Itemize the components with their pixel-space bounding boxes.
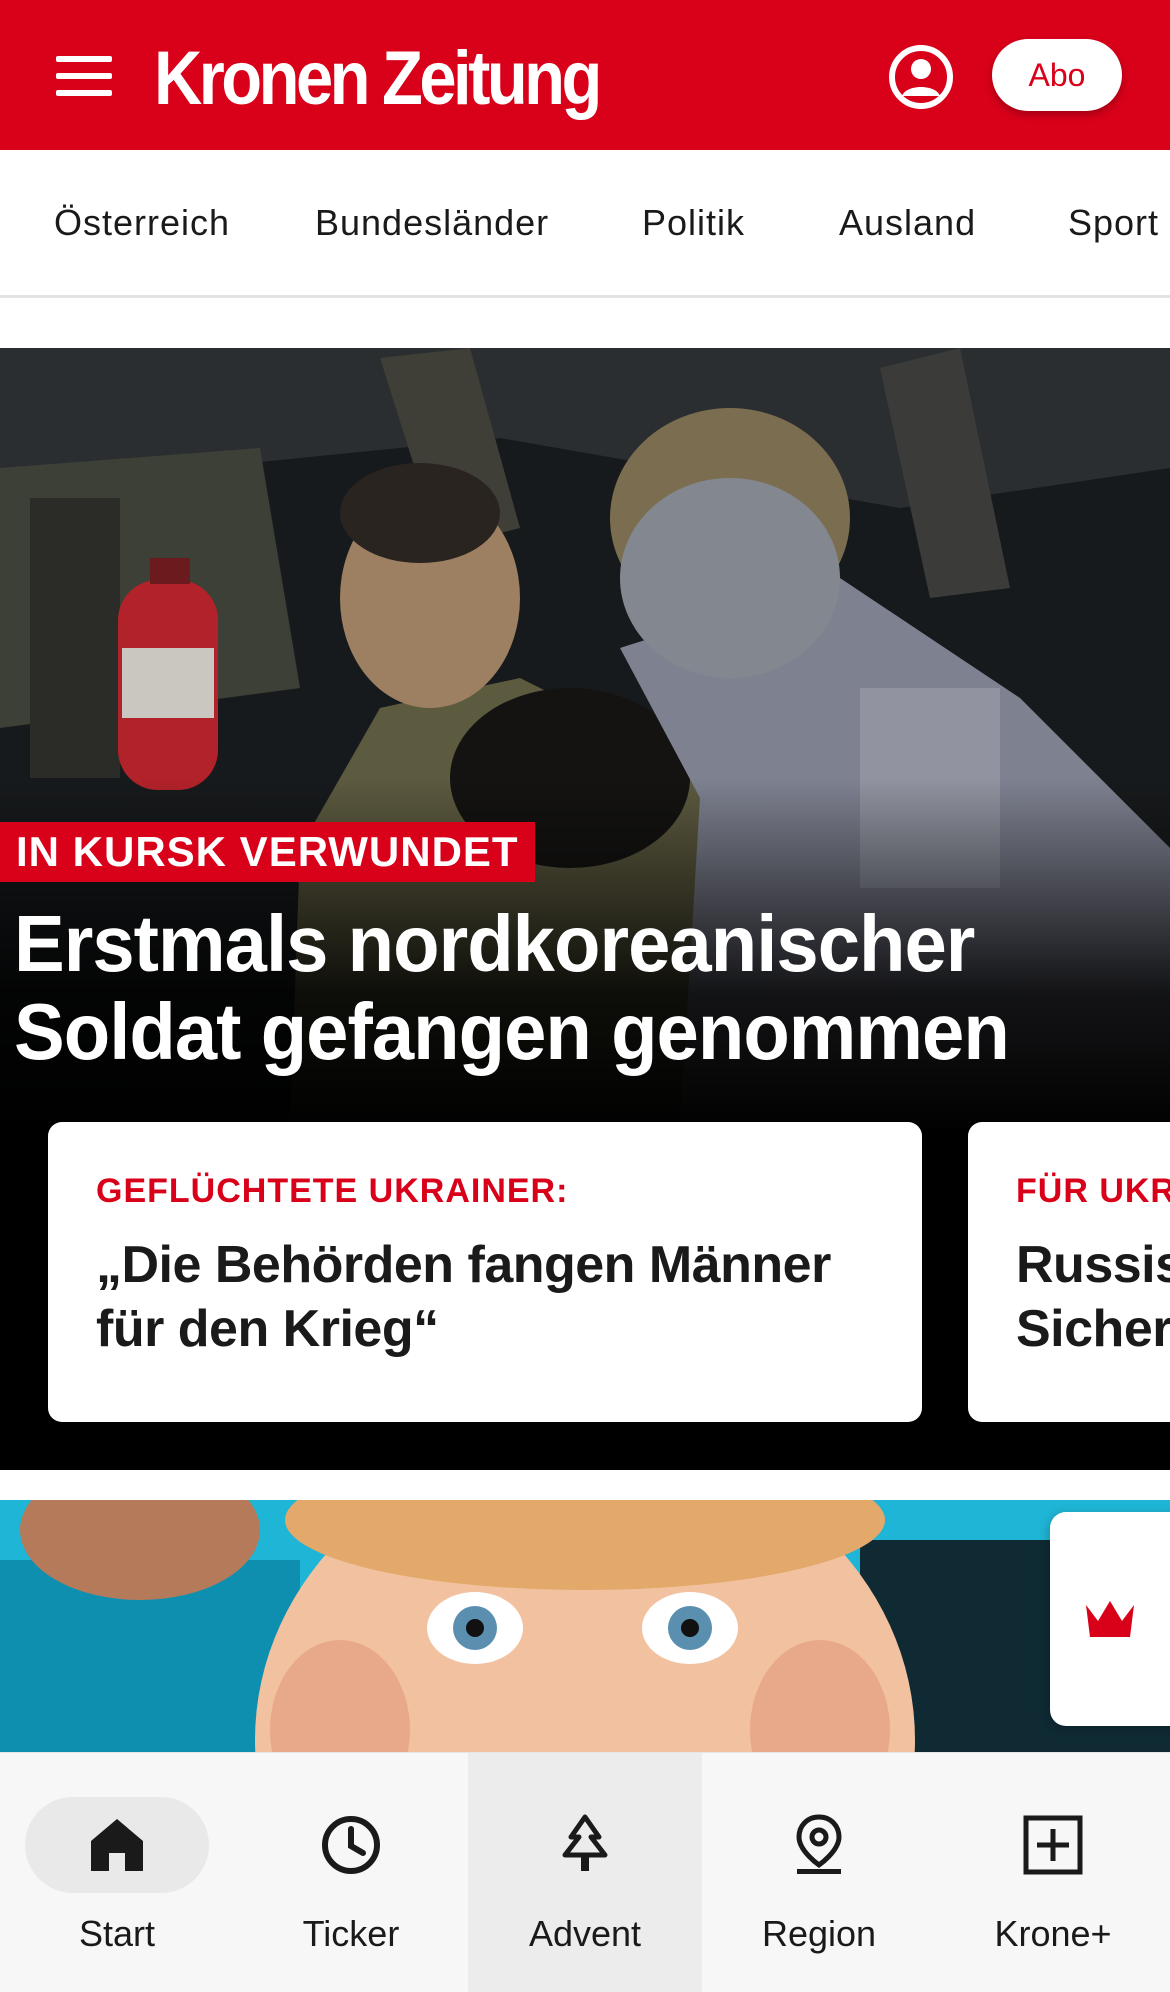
category-ausland[interactable]: Ausland xyxy=(839,202,976,244)
crown-icon xyxy=(1086,1601,1134,1637)
hero-headline[interactable]: Erstmals nordkoreanischer Soldat gefange… xyxy=(14,900,1078,1076)
category-sport[interactable]: Sport xyxy=(1068,202,1159,244)
nav-region[interactable]: Region xyxy=(702,1753,936,1992)
location-pin-icon xyxy=(796,1814,842,1874)
hamburger-icon xyxy=(56,56,112,62)
top-app-bar: Kronen Zeitung Abo xyxy=(0,0,1170,150)
hero-kicker: IN KURSK VERWUNDET xyxy=(0,822,535,882)
plus-square-icon xyxy=(1023,1815,1083,1875)
nav-label: Krone+ xyxy=(994,1913,1112,1954)
teaser-image xyxy=(0,1500,1170,1752)
card-title: „Die Behörden fangen Männer für den Krie… xyxy=(96,1236,831,1358)
category-bundeslaender[interactable]: Bundesländer xyxy=(315,202,549,244)
card-kicker: FÜR UKR xyxy=(1016,1172,1170,1210)
nav-label: Start xyxy=(78,1913,156,1954)
hero-article[interactable]: IN KURSK VERWUNDET Erstmals nordkoreanis… xyxy=(0,348,1170,1470)
bottom-navigation: Start Ticker Advent Region Krone+ xyxy=(0,1752,1170,1992)
nav-krone-plus[interactable]: Krone+ xyxy=(936,1753,1170,1992)
card-kicker: GEFLÜCHTETE UKRAINER: xyxy=(96,1172,569,1210)
related-article-card[interactable]: GEFLÜCHTETE UKRAINER: „Die Behörden fang… xyxy=(48,1122,922,1422)
nav-ticker[interactable]: Ticker xyxy=(234,1753,468,1992)
menu-button[interactable] xyxy=(56,56,112,96)
clock-icon xyxy=(322,1816,380,1874)
article-teaser-image[interactable] xyxy=(0,1500,1170,1752)
home-icon xyxy=(91,1819,143,1871)
abo-button[interactable]: Abo xyxy=(992,39,1122,111)
account-button[interactable] xyxy=(888,44,954,110)
nav-label: Advent xyxy=(528,1913,642,1954)
brand-logo[interactable]: Kronen Zeitung xyxy=(154,34,602,124)
category-oesterreich[interactable]: Österreich xyxy=(54,202,230,244)
related-article-card[interactable]: FÜR UKR Russis Sicher xyxy=(968,1122,1170,1422)
card-title: Russis Sicher xyxy=(1016,1236,1170,1358)
nav-label: Region xyxy=(761,1913,877,1954)
tree-icon xyxy=(562,1814,608,1871)
nav-start[interactable]: Start xyxy=(0,1753,234,1992)
category-politik[interactable]: Politik xyxy=(642,202,745,244)
krone-plus-badge[interactable] xyxy=(1050,1512,1170,1726)
nav-label: Ticker xyxy=(302,1913,400,1954)
user-icon xyxy=(889,45,953,109)
nav-advent[interactable]: Advent xyxy=(468,1753,702,1992)
category-nav: Österreich Bundesländer Politik Ausland … xyxy=(0,150,1170,298)
